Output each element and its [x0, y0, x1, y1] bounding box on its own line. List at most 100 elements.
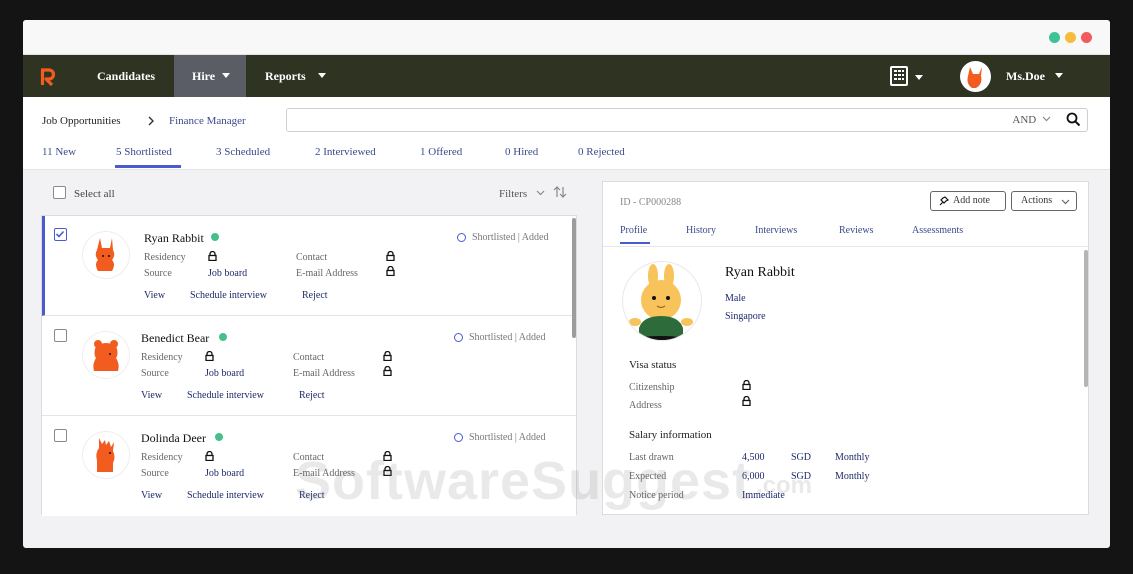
candidate-name[interactable]: Benedict Bear	[141, 331, 209, 346]
chevron-down-icon	[536, 190, 545, 196]
breadcrumb-current[interactable]: Finance Manager	[169, 115, 246, 127]
nav-hire[interactable]: Hire	[174, 55, 246, 97]
add-note-label: Add note	[953, 195, 990, 206]
schedule-interview-link[interactable]: Schedule interview	[187, 390, 264, 401]
view-link[interactable]: View	[141, 490, 162, 501]
view-link[interactable]: View	[144, 290, 165, 301]
user-menu[interactable]: Ms.Doe	[1006, 55, 1063, 97]
building-icon[interactable]	[890, 66, 908, 86]
visa-status-title: Visa status	[629, 359, 677, 371]
candidate-checkbox[interactable]	[54, 329, 67, 342]
chevron-down-icon	[222, 73, 231, 78]
source-value: Job board	[205, 368, 245, 379]
residency-label: Residency	[141, 352, 183, 363]
salary-info-title: Salary information	[629, 429, 712, 441]
window-dot-red[interactable]	[1081, 32, 1092, 43]
tab-shortlisted[interactable]: 5 Shortlisted	[116, 146, 172, 158]
breadcrumb-root[interactable]: Job Opportunities	[42, 115, 121, 127]
candidate-checkbox[interactable]	[54, 429, 67, 442]
lock-icon	[383, 366, 392, 376]
window-dot-yellow[interactable]	[1065, 32, 1076, 43]
search-operator[interactable]: AND	[1012, 114, 1051, 126]
reject-link[interactable]: Reject	[299, 390, 325, 401]
lock-icon	[205, 351, 214, 361]
chevron-down-icon	[1055, 73, 1063, 78]
chevron-down-icon	[1061, 199, 1070, 205]
lock-icon	[742, 396, 751, 406]
top-navbar: Candidates Hire Reports Ms.Doe	[23, 55, 1110, 97]
source-label: Source	[141, 468, 169, 479]
tab-assessments[interactable]: Assessments	[912, 225, 963, 236]
email-label: E-mail Address	[293, 368, 355, 379]
source-value: Job board	[205, 468, 245, 479]
residency-label: Residency	[144, 252, 186, 263]
search-operator-label: AND	[1012, 114, 1037, 126]
search-icon[interactable]	[1066, 112, 1081, 127]
user-avatar[interactable]	[960, 61, 991, 92]
list-item[interactable]: Benedict Bear Shortlisted | Added Reside…	[42, 316, 576, 416]
view-link[interactable]: View	[141, 390, 162, 401]
profile-gender: Male	[725, 293, 746, 304]
tab-hired[interactable]: 0 Hired	[505, 146, 538, 158]
app-window: Candidates Hire Reports Ms.Doe Job Oppor…	[23, 20, 1110, 548]
source-label: Source	[144, 268, 172, 279]
status-circle-icon	[454, 333, 463, 342]
watermark: SoftwareSuggest	[295, 450, 751, 512]
window-dot-green[interactable]	[1049, 32, 1060, 43]
schedule-interview-link[interactable]: Schedule interview	[190, 290, 267, 301]
lock-icon	[383, 351, 392, 361]
brand-logo-icon[interactable]	[40, 68, 56, 86]
chevron-down-icon[interactable]	[915, 75, 923, 80]
candidate-checkbox[interactable]	[54, 228, 67, 241]
page-header: Job Opportunities Finance Manager AND 11…	[23, 97, 1110, 170]
last-drawn-currency: SGD	[791, 452, 812, 463]
reject-link[interactable]: Reject	[302, 290, 328, 301]
citizenship-label: Citizenship	[629, 382, 675, 393]
watermark-text: SoftwareSuggest	[295, 451, 752, 511]
contact-label: Contact	[296, 252, 328, 263]
list-item[interactable]: Ryan Rabbit Shortlisted | Added Residenc…	[42, 216, 576, 316]
tab-interviewed[interactable]: 2 Interviewed	[315, 146, 376, 158]
candidate-avatar	[83, 232, 129, 278]
add-note-button[interactable]: Add note	[930, 191, 1006, 211]
tab-history[interactable]: History	[686, 225, 716, 236]
tab-scheduled[interactable]: 3 Scheduled	[216, 146, 270, 158]
checkmark-icon	[55, 230, 65, 238]
status-circle-icon	[454, 433, 463, 442]
candidate-avatar	[83, 432, 129, 478]
tab-offered[interactable]: 1 Offered	[420, 146, 462, 158]
tab-reviews[interactable]: Reviews	[839, 225, 873, 236]
tab-interviews[interactable]: Interviews	[755, 225, 797, 236]
nav-reports[interactable]: Reports	[265, 55, 326, 97]
candidate-status: Shortlisted | Added	[472, 232, 549, 243]
user-name: Ms.Doe	[1006, 69, 1045, 83]
schedule-interview-link[interactable]: Schedule interview	[187, 490, 264, 501]
source-label: Source	[141, 368, 169, 379]
contact-label: Contact	[293, 352, 325, 363]
actions-dropdown[interactable]: Actions	[1011, 191, 1077, 211]
expected-period: Monthly	[835, 471, 870, 482]
sort-icon[interactable]	[553, 185, 567, 199]
tab-profile[interactable]: Profile	[620, 225, 647, 236]
pin-icon	[939, 196, 949, 206]
online-status-dot	[211, 233, 219, 241]
address-label: Address	[629, 400, 662, 411]
candidate-name[interactable]: Dolinda Deer	[141, 431, 206, 446]
online-status-dot	[215, 433, 223, 441]
nav-reports-label: Reports	[265, 69, 306, 83]
candidate-id: ID - CP000288	[620, 197, 682, 208]
nav-candidates[interactable]: Candidates	[97, 55, 155, 97]
filters-button[interactable]: Filters	[499, 188, 545, 200]
watermark-suffix-text: .com	[756, 472, 813, 499]
tab-new[interactable]: 11 New	[42, 146, 76, 158]
search-input[interactable]: AND	[286, 108, 1088, 132]
select-all-label: Select all	[74, 188, 115, 200]
list-scrollbar[interactable]	[572, 218, 576, 338]
tab-rejected[interactable]: 0 Rejected	[578, 146, 625, 158]
watermark-suffix: .com	[756, 472, 812, 500]
select-all-checkbox[interactable]	[53, 186, 66, 199]
lock-icon	[208, 251, 217, 261]
filters-label: Filters	[499, 188, 528, 200]
detail-scrollbar[interactable]	[1084, 250, 1088, 387]
candidate-name[interactable]: Ryan Rabbit	[144, 231, 204, 246]
